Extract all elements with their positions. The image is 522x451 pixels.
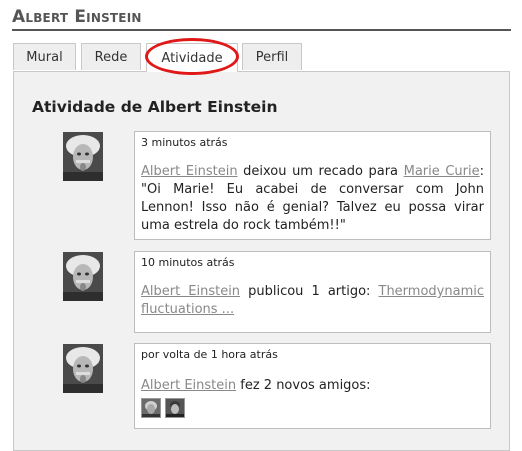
activity-card: 3 minutos atrás Albert Einstein deixou u… [134, 131, 491, 240]
title-divider [12, 29, 511, 31]
target-link[interactable]: Marie Curie [404, 164, 480, 179]
activity-time: 3 minutos atrás [141, 136, 228, 149]
activity-card: 10 minutos atrás Albert Einstein publico… [134, 251, 491, 333]
tab-rede[interactable]: Rede [81, 43, 141, 70]
avatar[interactable] [63, 344, 103, 393]
einstein-portrait-icon [63, 252, 103, 301]
activity-text: Albert Einstein fez 2 novos amigos: [141, 378, 371, 393]
friend-avatar[interactable] [141, 398, 161, 418]
einstein-portrait-icon [63, 344, 103, 393]
avatar[interactable] [63, 132, 103, 181]
activity-time: por volta de 1 hora atrás [141, 348, 278, 361]
activity-card: por volta de 1 hora atrás Albert Einstei… [134, 343, 491, 429]
actor-link[interactable]: Albert Einstein [141, 284, 240, 299]
activity-time: 10 minutos atrás [141, 256, 235, 269]
actor-link[interactable]: Albert Einstein [141, 378, 236, 393]
activity-text: Albert Einstein deixou um recado para Ma… [141, 164, 484, 233]
tab-atividade[interactable]: Atividade [146, 43, 238, 72]
tab-mural[interactable]: Mural [13, 43, 76, 70]
avatar[interactable] [63, 252, 103, 301]
page-title: Albert Einstein [12, 7, 142, 27]
friend-portrait-icon [166, 399, 184, 417]
new-friends-list [141, 398, 484, 418]
section-title: Atividade de Albert Einstein [32, 98, 278, 116]
einstein-portrait-icon [63, 132, 103, 181]
friend-avatar[interactable] [165, 398, 185, 418]
tab-perfil[interactable]: Perfil [242, 43, 302, 70]
friend-portrait-icon [142, 399, 160, 417]
actor-link[interactable]: Albert Einstein [141, 164, 238, 179]
activity-text: Albert Einstein publicou 1 artigo: Therm… [141, 284, 484, 317]
